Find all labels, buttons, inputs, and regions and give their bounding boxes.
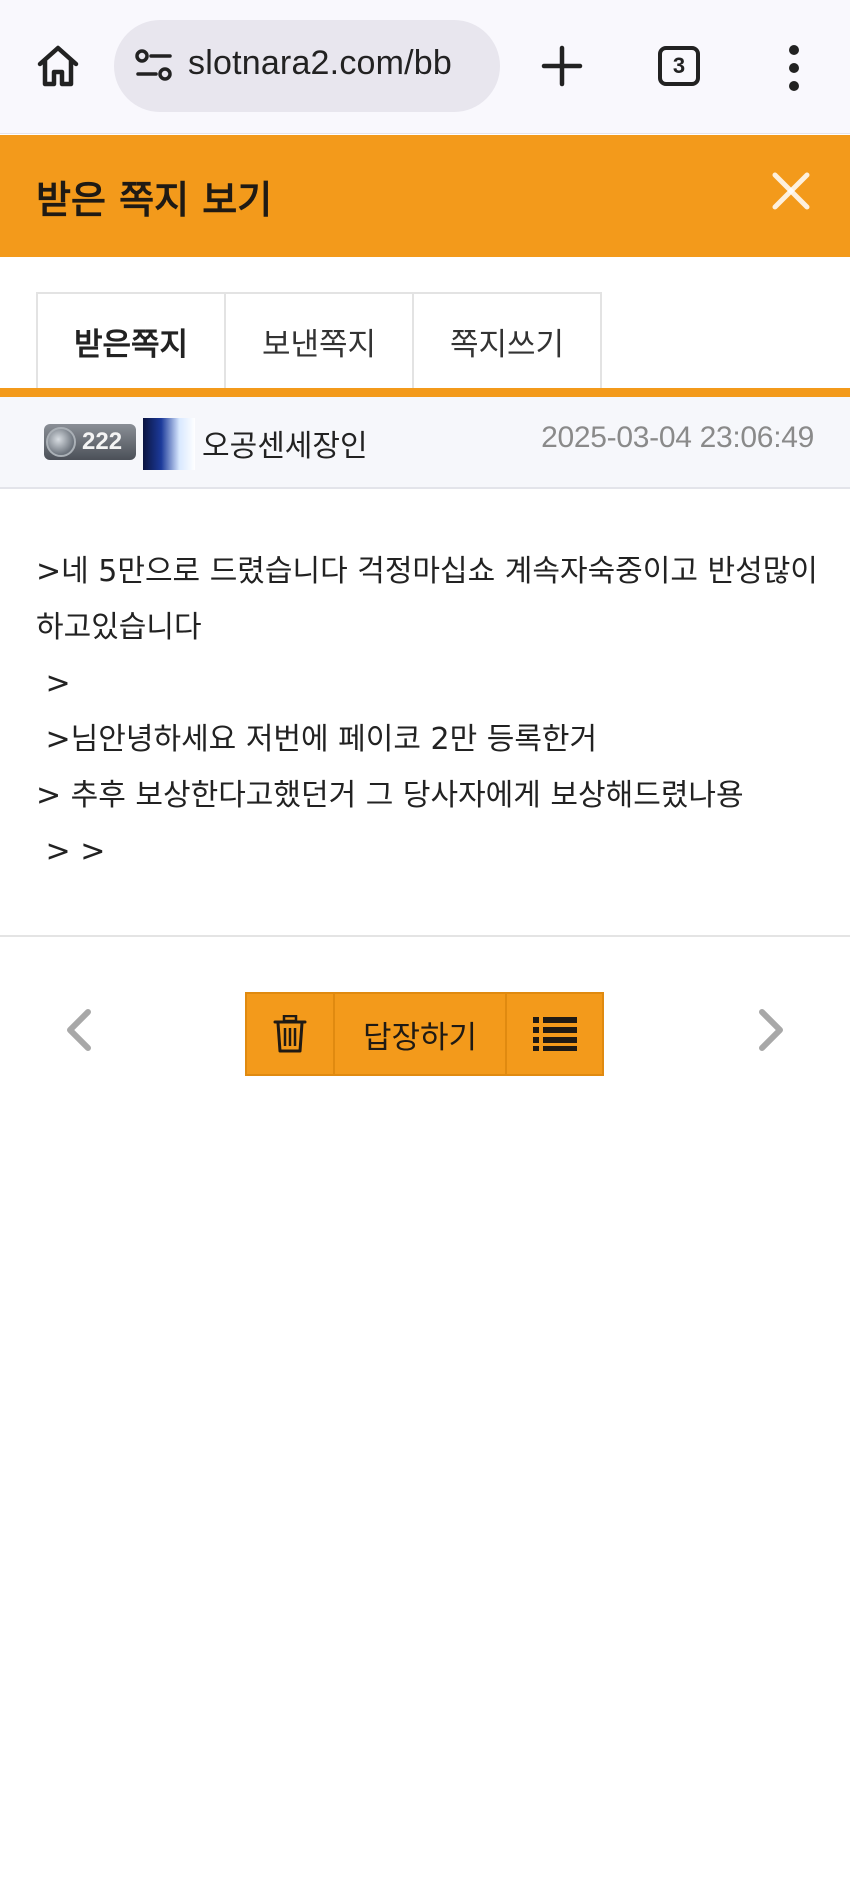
level-badge: 222 <box>44 424 136 460</box>
divider <box>0 935 850 937</box>
trash-icon <box>273 1015 307 1053</box>
tab-received[interactable]: 받은쪽지 <box>36 292 226 390</box>
message-line: > <box>36 666 71 701</box>
level-number: 222 <box>82 428 123 455</box>
page-header: 받은 쪽지 보기 <box>0 135 850 257</box>
site-settings-icon[interactable] <box>134 48 174 84</box>
address-bar[interactable]: slotnara2.com/bb <box>114 20 500 112</box>
list-icon <box>532 1017 577 1051</box>
message-meta: 222 오공센세장인 2025-03-04 23:06:49 <box>0 397 850 489</box>
tab-compose-label: 쪽지쓰기 <box>449 326 565 363</box>
message-line: >네 5만으로 드렸습니다 걱정마십쇼 계속자숙중이고 반성많이하고있습니다 <box>36 554 818 645</box>
message-line: >님안녕하세요 저번에 페이코 2만 등록한거 <box>36 722 598 757</box>
page-title: 받은 쪽지 보기 <box>36 178 273 222</box>
reply-button-label: 답장하기 <box>362 1019 478 1056</box>
sender-name[interactable]: 오공센세장인 <box>202 421 368 465</box>
message-line: > 추후 보상한다고했던거 그 당사자에게 보상해드렸나용 <box>36 778 744 813</box>
tab-compose[interactable]: 쪽지쓰기 <box>412 292 602 390</box>
chevron-right-icon[interactable] <box>752 1004 792 1056</box>
sent-date: 2025-03-04 23:06:49 <box>541 421 814 454</box>
home-button[interactable] <box>30 38 86 94</box>
tab-switcher-icon[interactable]: 3 <box>658 46 700 86</box>
reply-button[interactable]: 답장하기 <box>335 994 507 1074</box>
message-line: > > <box>36 834 106 869</box>
list-button[interactable] <box>507 994 602 1074</box>
tab-sent-label: 보낸쪽지 <box>261 326 377 363</box>
message-tabs: 받은쪽지 보낸쪽지 쪽지쓰기 <box>36 292 602 390</box>
plus-icon[interactable] <box>534 38 590 94</box>
more-vert-icon[interactable] <box>776 40 812 96</box>
avatar <box>143 418 195 470</box>
delete-button[interactable] <box>247 994 335 1074</box>
chevron-left-icon[interactable] <box>58 1004 98 1056</box>
level-emblem-icon <box>46 427 76 457</box>
tab-sent[interactable]: 보낸쪽지 <box>224 292 414 390</box>
message-body: >네 5만으로 드렸습니다 걱정마십쇼 계속자숙중이고 반성많이하고있습니다 >… <box>36 544 826 880</box>
close-icon[interactable] <box>768 168 814 214</box>
browser-toolbar: slotnara2.com/bb 3 <box>0 0 850 134</box>
tab-underline <box>0 388 850 397</box>
url-text[interactable]: slotnara2.com/bb <box>188 44 452 83</box>
tab-count: 3 <box>672 53 686 78</box>
tab-received-label: 받은쪽지 <box>73 326 189 363</box>
home-icon <box>37 45 79 87</box>
message-actions: 답장하기 <box>245 992 604 1076</box>
